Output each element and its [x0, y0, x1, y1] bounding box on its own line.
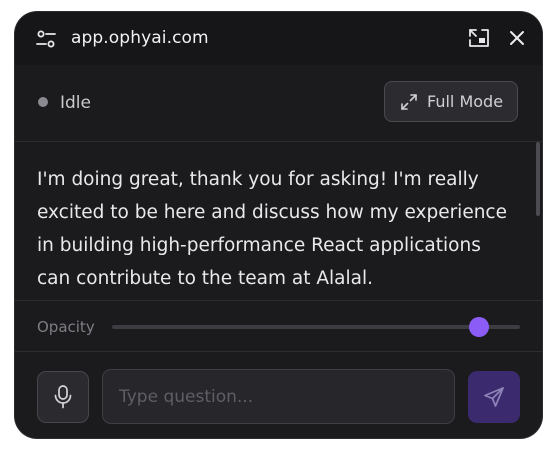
status-text: Idle	[60, 93, 91, 113]
opacity-label: Opacity	[37, 318, 95, 336]
assistant-window: app.ophyai.com Idle Full Mode I'm doing …	[15, 12, 542, 438]
divider	[15, 351, 542, 352]
microphone-icon	[54, 385, 72, 409]
divider	[15, 141, 542, 142]
settings-sliders-icon[interactable]	[36, 29, 56, 49]
send-icon	[484, 387, 504, 407]
close-icon[interactable]	[509, 30, 525, 46]
response-message: I'm doing great, thank you for asking! I…	[37, 169, 507, 289]
window-title: app.ophyai.com	[71, 28, 209, 48]
arrows-expand-icon	[401, 94, 417, 110]
status-dot	[38, 97, 48, 107]
microphone-button[interactable]	[37, 371, 89, 423]
expand-icon[interactable]	[468, 28, 490, 48]
send-button[interactable]	[468, 371, 520, 423]
full-mode-button[interactable]: Full Mode	[384, 81, 518, 122]
opacity-slider-track[interactable]	[112, 325, 520, 329]
question-input[interactable]	[102, 369, 455, 424]
divider	[15, 300, 542, 301]
full-mode-label: Full Mode	[427, 92, 504, 111]
scrollbar-thumb[interactable]	[536, 142, 540, 216]
title-bar: app.ophyai.com	[15, 12, 542, 65]
opacity-slider-thumb[interactable]	[469, 317, 490, 337]
